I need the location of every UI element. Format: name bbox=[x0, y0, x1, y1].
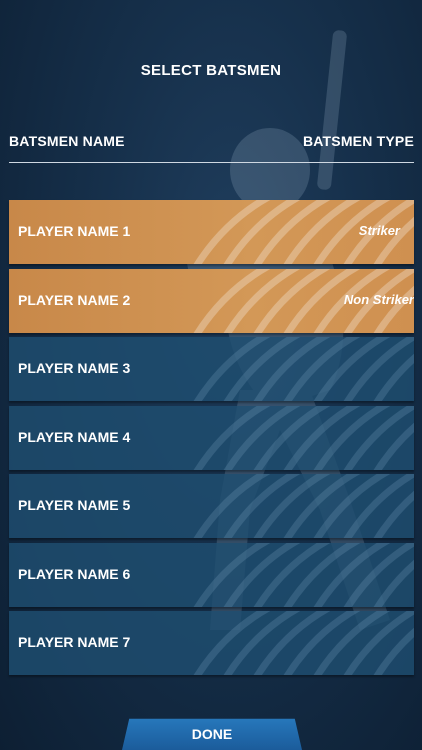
header-divider bbox=[9, 162, 414, 163]
player-name: PLAYER NAME 2 bbox=[18, 291, 131, 308]
player-name: PLAYER NAME 4 bbox=[18, 428, 131, 445]
player-row-5[interactable]: PLAYER NAME 5 bbox=[9, 474, 414, 538]
batsman-type-label: Non Striker bbox=[343, 291, 414, 307]
player-name: PLAYER NAME 5 bbox=[18, 497, 131, 513]
batsman-type-label: Striker bbox=[358, 223, 400, 238]
batsmen-name-column-header: BATSMEN NAME bbox=[9, 133, 125, 149]
player-list: PLAYER NAME 1 Striker PLAYER NAME 2 Non … bbox=[9, 200, 414, 680]
stripe-pattern bbox=[193, 542, 414, 607]
player-row-4[interactable]: PLAYER NAME 4 bbox=[9, 405, 414, 470]
stripe-pattern bbox=[193, 337, 414, 401]
player-row-1[interactable]: PLAYER NAME 1 Striker bbox=[9, 200, 414, 264]
batsmen-type-column-header: BATSMEN TYPE bbox=[302, 133, 414, 149]
done-button-label: DONE bbox=[191, 726, 233, 742]
stripe-pattern bbox=[193, 611, 414, 675]
player-row-6[interactable]: PLAYER NAME 6 bbox=[9, 542, 414, 607]
stripe-pattern bbox=[193, 405, 414, 470]
player-row-7[interactable]: PLAYER NAME 7 bbox=[9, 611, 414, 675]
player-name: PLAYER NAME 3 bbox=[18, 360, 131, 376]
player-name: PLAYER NAME 1 bbox=[18, 223, 131, 239]
page-title: SELECT BATSMEN bbox=[140, 62, 282, 79]
player-row-3[interactable]: PLAYER NAME 3 bbox=[9, 337, 414, 401]
player-row-2[interactable]: PLAYER NAME 2 Non Striker bbox=[9, 268, 414, 333]
player-name: PLAYER NAME 6 bbox=[18, 565, 131, 582]
stripe-pattern bbox=[193, 474, 414, 538]
player-name: PLAYER NAME 7 bbox=[18, 634, 131, 650]
